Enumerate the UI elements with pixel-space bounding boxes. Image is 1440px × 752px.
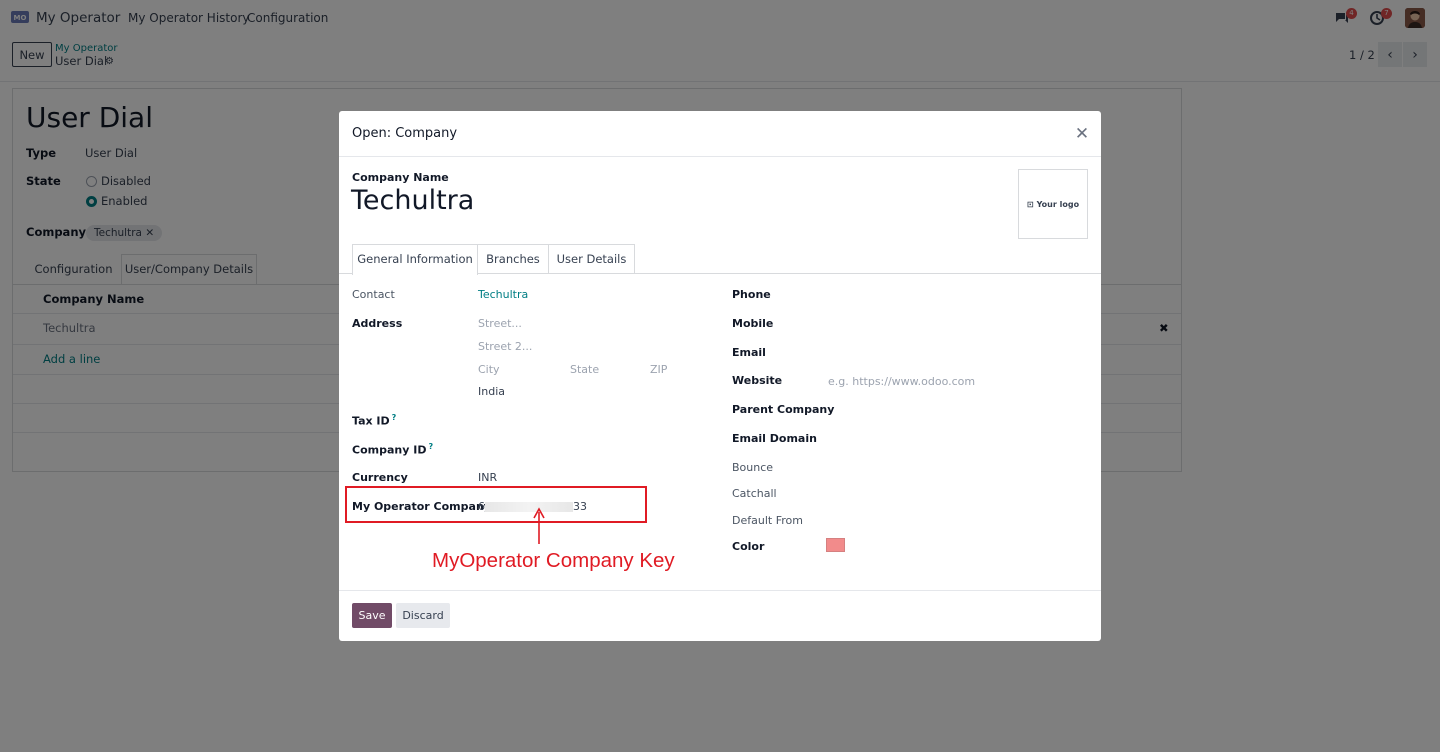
- company-name-input[interactable]: Techultra: [351, 185, 474, 216]
- catchall-label: Catchall: [732, 487, 777, 500]
- tax-id-label-text: Tax ID: [352, 414, 390, 428]
- website-input[interactable]: e.g. https://www.odoo.com: [828, 375, 975, 388]
- website-label: Website: [732, 374, 783, 387]
- country-input[interactable]: India: [478, 385, 505, 398]
- dialog-footer: Save Discard: [339, 590, 1101, 641]
- mobile-label: Mobile: [732, 317, 774, 330]
- company-name-label: Company Name: [352, 171, 449, 184]
- currency-input[interactable]: INR: [478, 471, 497, 484]
- default-from-label: Default From: [732, 514, 803, 527]
- help-icon[interactable]: ?: [428, 442, 433, 451]
- camera-icon: ⊡: [1026, 199, 1034, 209]
- company-id-label: Company ID?: [352, 442, 433, 457]
- currency-label: Currency: [352, 471, 408, 484]
- bounce-label: Bounce: [732, 461, 774, 474]
- annotation-label: MyOperator Company Key: [432, 549, 675, 572]
- logo-placeholder: Your logo: [1036, 199, 1080, 209]
- zip-input[interactable]: ZIP: [650, 363, 667, 376]
- phone-label: Phone: [732, 288, 771, 301]
- dialog-header: Open: Company ✕: [339, 111, 1101, 157]
- close-icon[interactable]: ✕: [1073, 125, 1091, 143]
- company-dialog: Open: Company ✕ Company Name Techultra ⊡…: [339, 111, 1101, 641]
- street2-input[interactable]: Street 2...: [478, 340, 532, 353]
- email-domain-label: Email Domain: [732, 432, 817, 445]
- discard-button[interactable]: Discard: [396, 603, 450, 628]
- email-label: Email: [732, 346, 766, 359]
- company-logo-upload[interactable]: ⊡ Your logo: [1018, 169, 1088, 239]
- dialog-title: Open: Company: [352, 126, 458, 141]
- street-input[interactable]: Street...: [478, 317, 522, 330]
- tab-general-information[interactable]: General Information: [352, 244, 478, 275]
- tax-id-label: Tax ID?: [352, 413, 396, 428]
- company-id-label-text: Company ID: [352, 443, 427, 457]
- annotation-highlight-box: [345, 486, 647, 523]
- help-icon[interactable]: ?: [392, 413, 397, 422]
- save-button[interactable]: Save: [352, 603, 392, 628]
- parent-company-label: Parent Company: [732, 403, 835, 416]
- contact-link[interactable]: Techultra: [478, 288, 528, 301]
- state-input[interactable]: State: [570, 363, 599, 376]
- city-input[interactable]: City: [478, 363, 500, 376]
- tab-branches[interactable]: Branches: [478, 244, 549, 274]
- contact-label: Contact: [352, 288, 395, 301]
- tab-user-details[interactable]: User Details: [549, 244, 635, 274]
- annotation-arrow-icon: [533, 507, 545, 544]
- color-picker[interactable]: [826, 538, 845, 552]
- color-label: Color: [732, 540, 765, 553]
- address-label: Address: [352, 317, 403, 330]
